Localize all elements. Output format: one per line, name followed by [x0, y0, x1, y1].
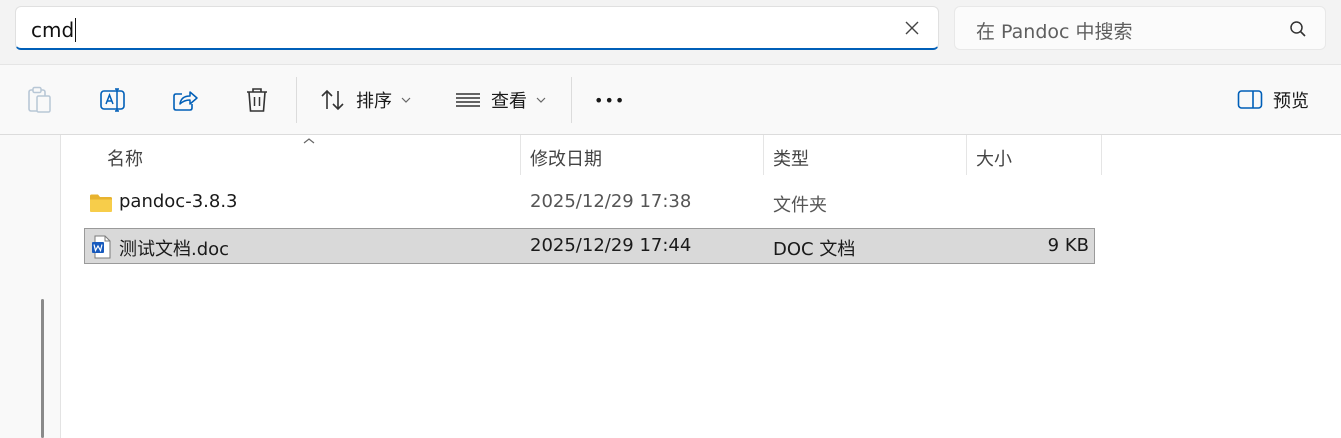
- search-icon[interactable]: [1289, 20, 1307, 38]
- address-value: cmd: [31, 18, 75, 42]
- list-view-icon: [456, 93, 480, 107]
- delete-button[interactable]: [244, 83, 270, 117]
- share-button[interactable]: [171, 83, 199, 117]
- toolbar-divider: [571, 77, 572, 123]
- search-input[interactable]: 在 Pandoc 中搜索: [976, 17, 1133, 44]
- preview-label: 预览: [1273, 91, 1309, 112]
- rename-icon: [100, 88, 125, 112]
- file-date: 2025/12/29 17:44: [530, 235, 692, 256]
- preview-pane-icon: [1237, 90, 1263, 109]
- more-icon: •••: [594, 90, 626, 110]
- chevron-down-icon: [401, 97, 411, 103]
- more-options-button[interactable]: •••: [594, 83, 625, 117]
- trash-icon: [247, 88, 267, 112]
- column-header-row: 名称 修改日期 类型 大小: [0, 135, 1341, 175]
- column-header-date[interactable]: 修改日期: [530, 145, 602, 171]
- top-bar: cmd 在 Pandoc 中搜索: [0, 0, 1341, 65]
- column-header-type[interactable]: 类型: [773, 145, 809, 171]
- file-row[interactable]: pandoc-3.8.3 2025/12/29 17:38 文件夹: [84, 185, 1095, 219]
- paste-button[interactable]: [27, 83, 53, 117]
- sort-label: 排序: [356, 91, 392, 112]
- column-divider[interactable]: [763, 135, 764, 175]
- file-list-area: 名称 修改日期 类型 大小 pandoc-3.8.3 2025/12/29 17…: [0, 135, 1341, 438]
- preview-pane-button[interactable]: 预览: [1237, 83, 1309, 117]
- toolbar-divider: [296, 77, 297, 123]
- column-divider[interactable]: [520, 135, 521, 175]
- navigation-pane: [0, 135, 61, 438]
- file-name: pandoc-3.8.3: [119, 191, 238, 212]
- sort-ascending-icon: [303, 138, 315, 144]
- file-size: 9 KB: [1047, 235, 1089, 256]
- close-icon[interactable]: [903, 19, 921, 37]
- text-caret: [75, 18, 77, 42]
- sort-button[interactable]: 排序: [320, 83, 412, 117]
- file-date: 2025/12/29 17:38: [530, 191, 692, 212]
- file-type: DOC 文档: [773, 239, 856, 260]
- command-bar: 排序 查看 ••• 预览: [0, 65, 1341, 135]
- sort-icon: [321, 89, 344, 111]
- address-input[interactable]: cmd: [31, 17, 77, 43]
- column-divider[interactable]: [1101, 135, 1102, 175]
- chevron-down-icon: [536, 97, 546, 103]
- view-button[interactable]: 查看: [455, 83, 547, 117]
- share-icon: [173, 91, 198, 111]
- address-bar[interactable]: cmd: [15, 6, 939, 50]
- column-divider[interactable]: [966, 135, 967, 175]
- word-document-icon: [92, 235, 111, 259]
- clipboard-icon: [28, 86, 51, 113]
- file-type: 文件夹: [773, 195, 827, 216]
- file-row[interactable]: 测试文档.doc 2025/12/29 17:44 DOC 文档 9 KB: [84, 228, 1095, 264]
- folder-icon: [90, 194, 112, 212]
- navigation-scrollbar[interactable]: [41, 299, 44, 438]
- view-label: 查看: [491, 91, 527, 112]
- column-header-size[interactable]: 大小: [976, 145, 1012, 171]
- file-name: 测试文档.doc: [119, 239, 230, 260]
- column-header-name[interactable]: 名称: [107, 145, 143, 171]
- rename-button[interactable]: [99, 83, 127, 117]
- search-box[interactable]: 在 Pandoc 中搜索: [954, 6, 1326, 50]
